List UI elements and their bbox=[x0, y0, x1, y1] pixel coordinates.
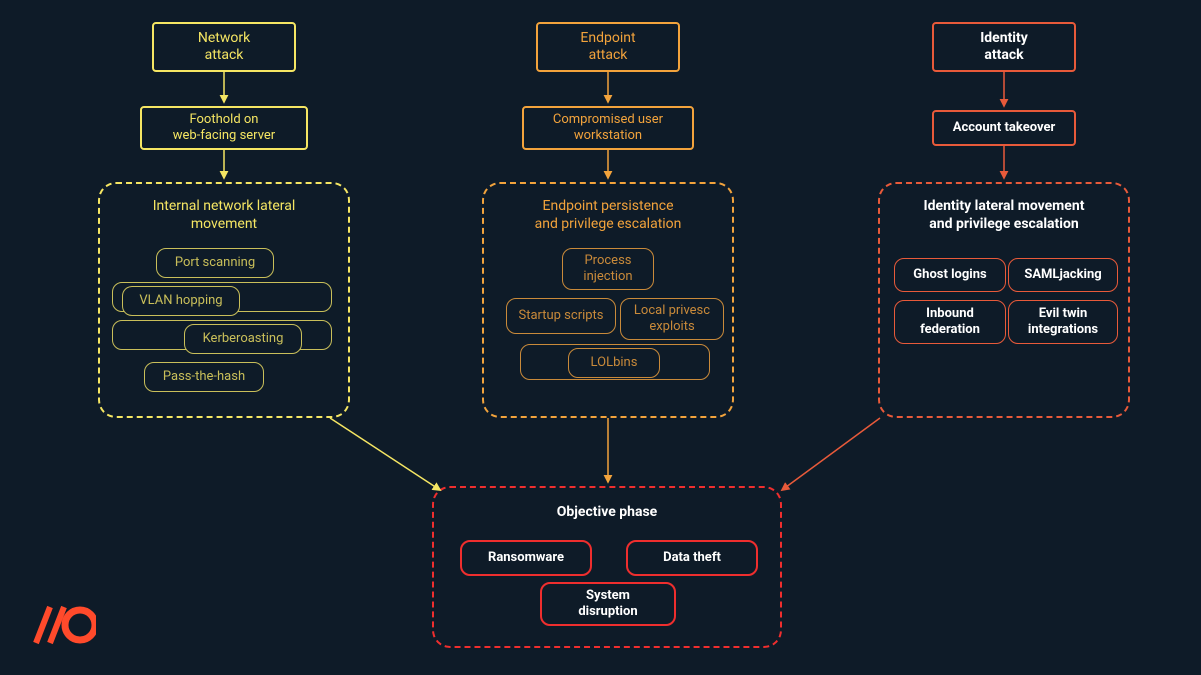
objective-system-disruption: Systemdisruption bbox=[540, 582, 676, 626]
technique-vlan-hopping: VLAN hopping bbox=[122, 286, 240, 316]
network-foothold-box: Foothold onweb-facing server bbox=[140, 106, 308, 150]
endpoint-attack-label: Endpointattack bbox=[580, 30, 635, 64]
technique-inbound-federation: Inboundfederation bbox=[894, 300, 1006, 344]
technique-kerberoasting: Kerberoasting bbox=[184, 324, 302, 354]
identity-foothold-box: Account takeover bbox=[932, 110, 1076, 146]
network-attack-label: Networkattack bbox=[198, 30, 250, 64]
brand-logo-icon bbox=[28, 603, 96, 647]
diagram-stage: Networkattack Foothold onweb-facing serv… bbox=[0, 0, 1201, 675]
endpoint-group-title: Endpoint persistenceand privilege escala… bbox=[484, 198, 732, 233]
identity-group-title: Identity lateral movementand privilege e… bbox=[880, 198, 1128, 233]
technique-local-privesc: Local privescexploits bbox=[620, 298, 724, 340]
objective-title: Objective phase bbox=[434, 504, 780, 522]
technique-samljacking: SAMLjacking bbox=[1008, 258, 1118, 292]
endpoint-attack-box: Endpointattack bbox=[536, 22, 680, 72]
network-foothold-label: Foothold onweb-facing server bbox=[173, 112, 275, 143]
identity-foothold-label: Account takeover bbox=[953, 120, 1056, 136]
objective-ransomware: Ransomware bbox=[460, 540, 592, 576]
technique-startup-scripts: Startup scripts bbox=[506, 298, 616, 334]
objective-data-theft: Data theft bbox=[626, 540, 758, 576]
identity-attack-label: Identityattack bbox=[980, 30, 1028, 64]
endpoint-foothold-box: Compromised userworkstation bbox=[522, 106, 694, 150]
technique-evil-twin: Evil twinintegrations bbox=[1008, 300, 1118, 344]
technique-ghost-logins: Ghost logins bbox=[894, 258, 1006, 292]
technique-lolbins: LOLbins bbox=[568, 348, 660, 378]
technique-port-scanning: Port scanning bbox=[156, 248, 274, 278]
network-group-title: Internal network lateralmovement bbox=[100, 198, 348, 233]
endpoint-foothold-label: Compromised userworkstation bbox=[553, 112, 663, 143]
technique-pass-the-hash: Pass-the-hash bbox=[144, 362, 264, 392]
technique-process-injection: Processinjection bbox=[562, 248, 654, 290]
network-attack-box: Networkattack bbox=[152, 22, 296, 72]
identity-attack-box: Identityattack bbox=[932, 22, 1076, 72]
